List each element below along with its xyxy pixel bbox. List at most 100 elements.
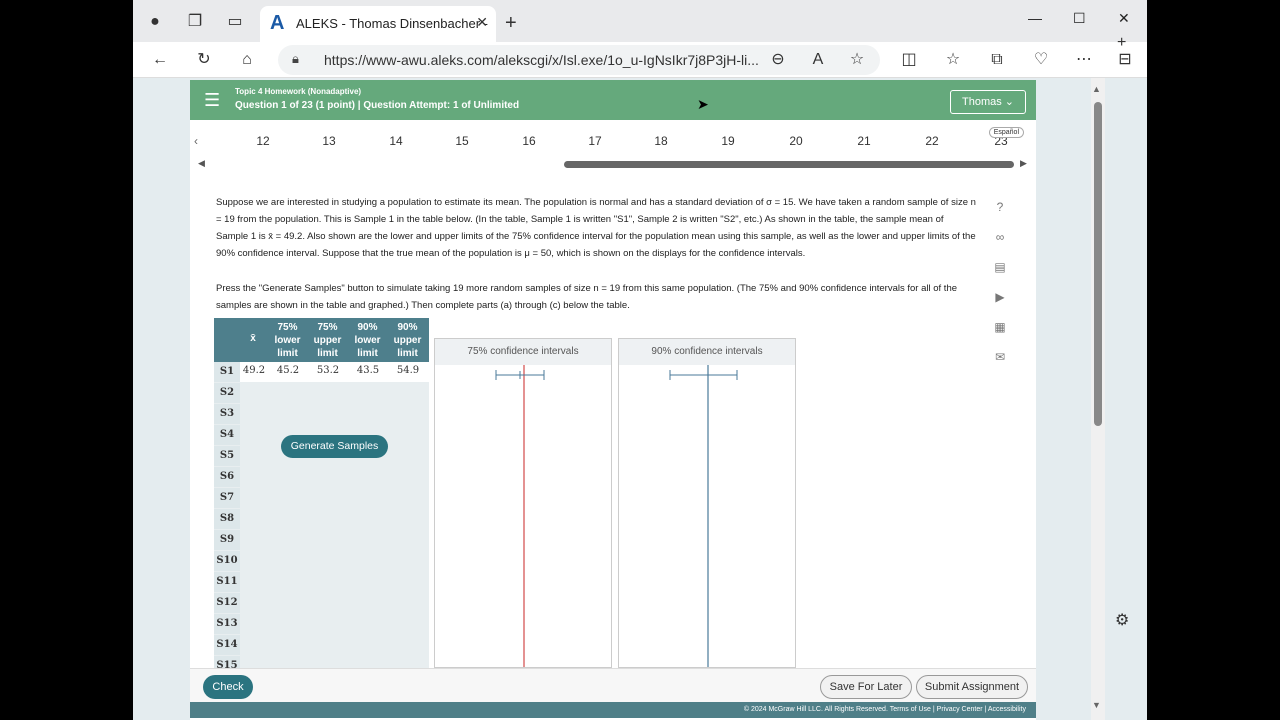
qnav-12[interactable]: 12 — [243, 134, 283, 148]
qnav-21[interactable]: 21 — [844, 134, 884, 148]
s1-75-lower: 45.2 — [276, 365, 300, 376]
more-icon[interactable]: ⋯ — [1072, 48, 1096, 72]
panel-75-plot — [495, 365, 545, 667]
row-label-s14: S14 — [214, 635, 240, 655]
save-for-later-button[interactable]: Save For Later — [820, 675, 912, 699]
maximize-icon[interactable]: ☐ — [1073, 10, 1086, 27]
profile-icon[interactable]: ● — [143, 10, 167, 34]
scroll-left-icon[interactable]: ◀ — [198, 158, 205, 169]
tab-actions-icon[interactable]: ▭ — [223, 10, 247, 34]
mouse-cursor-icon: ➤ — [697, 96, 709, 112]
panel-90-intervals: 90% confidence intervals — [618, 338, 796, 668]
panel-75-title: 75% confidence intervals — [435, 339, 611, 365]
espanol-button[interactable]: Español — [988, 127, 1024, 138]
message-icon[interactable]: ✉ — [990, 350, 1010, 380]
s1-75-upper: 53.2 — [316, 365, 340, 376]
read-aloud-icon[interactable]: A — [806, 48, 830, 72]
check-button[interactable]: Check — [203, 675, 253, 699]
textbook-icon[interactable]: ▤ — [990, 260, 1010, 290]
page-scroll-thumb[interactable] — [1094, 102, 1102, 426]
row-label-s5: S5 — [214, 446, 240, 466]
tab-strip: ● ❐ ▭ A ALEKS - Thomas Dinsenbacher - ✕ … — [133, 0, 1147, 42]
row-label-s7: S7 — [214, 488, 240, 508]
panel-75-intervals: 75% confidence intervals — [434, 338, 612, 668]
collections-icon[interactable]: ⧉ — [985, 48, 1009, 72]
question-info: Question 1 of 23 (1 point) | Question At… — [235, 100, 520, 111]
user-menu-button[interactable]: Thomas ⌄ — [950, 90, 1026, 114]
favorite-icon[interactable]: ☆ — [845, 48, 869, 72]
page-vertical-scrollbar[interactable]: ▲ ▼ — [1091, 78, 1105, 720]
qnav-20[interactable]: 20 — [776, 134, 816, 148]
url-text: https://www-awu.aleks.com/alekscgi/x/Isl… — [324, 52, 759, 68]
question-navigator: ‹ 12 13 14 15 16 17 18 19 20 21 22 23 Es… — [190, 122, 1036, 162]
copyright-bar: © 2024 McGraw Hill LLC. All Rights Reser… — [190, 702, 1036, 718]
qnav-14[interactable]: 14 — [376, 134, 416, 148]
infinity-icon[interactable]: ∞ — [990, 230, 1010, 260]
row-label-s11: S11 — [214, 572, 240, 592]
browser-toolbar: ← ↻ ⌂ 🔒︎ https://www-awu.aleks.com/aleks… — [133, 42, 1147, 78]
favorites-icon[interactable]: ☆ — [941, 48, 965, 72]
zoom-icon[interactable]: ⊖ — [766, 48, 790, 72]
video-icon[interactable]: ▶ — [990, 290, 1010, 320]
help-icon[interactable]: ? — [990, 200, 1010, 230]
scroll-down-icon[interactable]: ▼ — [1092, 700, 1101, 710]
row-label-s1: S1 — [214, 362, 240, 382]
sidebar-add-icon[interactable]: + — [1117, 34, 1126, 52]
tab-title: ALEKS - Thomas Dinsenbacher - — [296, 16, 488, 31]
panel-90-title: 90% confidence intervals — [619, 339, 795, 365]
qnav-13[interactable]: 13 — [309, 134, 349, 148]
samples-table: x̄ 75% lower limit 75% upper limit 90% l… — [214, 318, 429, 668]
tab-aleks[interactable]: A ALEKS - Thomas Dinsenbacher - ✕ — [260, 6, 496, 42]
problem-paragraph-1: Suppose we are interested in studying a … — [216, 197, 976, 259]
menu-icon[interactable]: ☰ — [204, 90, 220, 111]
th-75-lower: 75% lower limit — [274, 322, 301, 359]
qnav-22[interactable]: 22 — [912, 134, 952, 148]
workspaces-icon[interactable]: ❐ — [183, 10, 207, 34]
row-label-s12: S12 — [214, 593, 240, 613]
row-label-s10: S10 — [214, 551, 240, 571]
browser-window: ● ❐ ▭ A ALEKS - Thomas Dinsenbacher - ✕ … — [133, 0, 1147, 720]
th-90-upper: 90% upper limit — [393, 322, 422, 359]
scroll-right-icon[interactable]: ▶ — [1020, 158, 1027, 169]
qnav-scrollbar[interactable]: ◀ ▶ — [198, 158, 1027, 169]
qnav-left-icon[interactable]: ‹ — [194, 134, 198, 148]
row-label-s9: S9 — [214, 530, 240, 550]
scroll-up-icon[interactable]: ▲ — [1092, 84, 1101, 94]
back-icon[interactable]: ← — [148, 48, 172, 72]
qnav-15[interactable]: 15 — [442, 134, 482, 148]
qnav-18[interactable]: 18 — [641, 134, 681, 148]
lock-icon: 🔒︎ — [292, 51, 299, 66]
refresh-icon[interactable]: ↻ — [192, 48, 216, 72]
table-header: x̄ 75% lower limit 75% upper limit 90% l… — [214, 318, 429, 362]
qnav-19[interactable]: 19 — [708, 134, 748, 148]
row-label-s4: S4 — [214, 425, 240, 445]
minimize-icon[interactable]: — — [1028, 10, 1042, 26]
close-tab-icon[interactable]: ✕ — [476, 14, 488, 31]
row-label-s6: S6 — [214, 467, 240, 487]
th-90-lower: 90% lower limit — [354, 322, 381, 359]
split-screen-icon[interactable]: ◫ — [897, 48, 921, 72]
th-xbar: x̄ — [250, 333, 256, 344]
qnav-17[interactable]: 17 — [575, 134, 615, 148]
generate-samples-button[interactable]: Generate Samples — [281, 435, 388, 458]
aleks-logo-icon: A — [270, 12, 285, 34]
s1-90-lower: 43.5 — [356, 365, 380, 376]
aleks-page: ☰ Topic 4 Homework (Nonadaptive) Questio… — [190, 80, 1036, 720]
new-tab-icon[interactable]: + — [505, 12, 517, 35]
row-label-s2: S2 — [214, 383, 240, 403]
qnav-16[interactable]: 16 — [509, 134, 549, 148]
settings-gear-icon[interactable]: ⚙ — [1115, 610, 1129, 630]
close-window-icon[interactable]: ✕ — [1118, 10, 1130, 27]
calculator-icon[interactable]: ▦ — [990, 320, 1010, 350]
user-name: Thomas — [961, 96, 1002, 108]
topic-title: Topic 4 Homework (Nonadaptive) — [235, 87, 362, 96]
aleks-header: ☰ Topic 4 Homework (Nonadaptive) Questio… — [190, 80, 1036, 120]
submit-assignment-button[interactable]: Submit Assignment — [916, 675, 1028, 699]
browser-essentials-icon[interactable]: ♡ — [1029, 48, 1053, 72]
qnav-scroll-thumb[interactable] — [564, 161, 1014, 168]
home-icon[interactable]: ⌂ — [235, 48, 259, 72]
row-label-s8: S8 — [214, 509, 240, 529]
th-75-upper: 75% upper limit — [313, 322, 342, 359]
footer-bar: Check Save For Later Submit Assignment — [190, 668, 1036, 704]
panel-90-plot — [669, 365, 738, 667]
